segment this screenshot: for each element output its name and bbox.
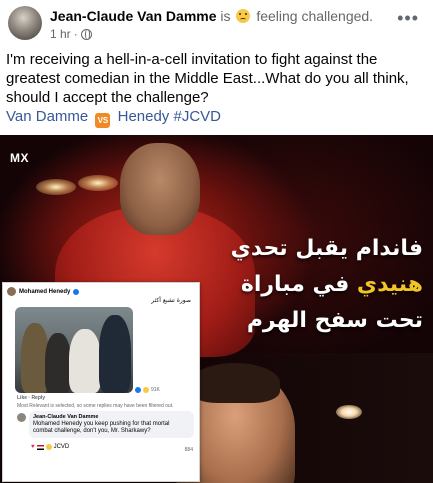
post-text: I'm receiving a hell-in-a-cell invitatio… xyxy=(6,51,409,106)
inset-author: Mohamed Henedy xyxy=(19,288,71,295)
wrestler-head xyxy=(120,143,200,235)
reply-text: Mohamed Henedy you keep pushing for that… xyxy=(33,421,170,434)
inset-avatar xyxy=(7,287,16,296)
inset-person xyxy=(99,315,131,393)
ceiling-lamp xyxy=(336,405,362,419)
spotlight xyxy=(78,175,118,191)
reply-bubble: Jean-Claude Van Damme Mohamed Henedy you… xyxy=(29,411,194,438)
headline-line-2: هنيدي في مباراة xyxy=(193,267,423,303)
post-image[interactable]: MX فاندام يقبل تحدي هنيدي في مباراة تحت … xyxy=(0,135,433,483)
author-name[interactable]: Jean-Claude Van Damme xyxy=(50,8,217,24)
inset-filter-note: Most Relevant is selected, so some repli… xyxy=(17,403,174,409)
post-tags: Van Damme VS Henedy #JCVD xyxy=(6,107,221,128)
like-reaction-icon xyxy=(135,387,141,393)
vs-icon: VS xyxy=(95,113,111,128)
headline-highlight: هنيدي xyxy=(356,272,423,297)
headline-line-1: فاندام يقبل تحدي xyxy=(230,236,423,261)
reply-emojis: ♥ JCVD xyxy=(31,444,69,450)
author-avatar[interactable] xyxy=(8,6,42,40)
haha-reaction-icon xyxy=(143,387,149,393)
arabic-headline: فاندام يقبل تحدي هنيدي في مباراة تحت سفح… xyxy=(193,231,423,339)
inset-caption: صورة تشبع أكثر xyxy=(151,297,191,304)
globe-icon xyxy=(80,28,92,40)
feeling-emoji-icon xyxy=(236,9,251,23)
post-header: Jean-Claude Van Damme is feeling challen… xyxy=(8,6,425,42)
author-line: Jean-Claude Van Damme is feeling challen… xyxy=(50,8,425,25)
post-meta: 1 hr · xyxy=(50,27,425,41)
verified-icon xyxy=(73,288,80,295)
smile-icon xyxy=(45,444,52,450)
more-options-button[interactable]: ••• xyxy=(397,8,419,29)
headline-line-3: تحت سفح الهرم xyxy=(246,308,423,333)
post-time[interactable]: 1 hr xyxy=(50,27,71,41)
inset-header: Mohamed Henedy xyxy=(7,287,80,296)
reply-author: Jean-Claude Van Damme xyxy=(33,414,99,420)
time-separator: · xyxy=(73,27,78,41)
is-text: is xyxy=(220,8,231,24)
spotlight xyxy=(36,179,76,195)
inset-actions: Like · Reply xyxy=(17,395,46,401)
inset-person xyxy=(69,329,101,393)
inset-reactions: 91K xyxy=(135,387,160,393)
inset-person xyxy=(45,333,71,393)
fighter-hair xyxy=(190,363,280,403)
post-header-text: Jean-Claude Van Damme is feeling challen… xyxy=(50,8,425,41)
egypt-flag-icon xyxy=(36,444,44,450)
inset-reaction-count: 91K xyxy=(151,387,160,393)
tag-van-damme[interactable]: Van Damme xyxy=(6,108,88,125)
reply-tag: JCVD xyxy=(53,444,70,450)
headline-line-2-rest: في مباراة xyxy=(240,272,350,297)
heart-icon: ♥ xyxy=(31,444,35,450)
inset-screenshot: Mohamed Henedy صورة تشبع أكثر 91K Like ·… xyxy=(2,282,200,482)
tag-henedy[interactable]: Henedy #JCVD xyxy=(118,108,221,125)
reply-avatar xyxy=(17,413,26,422)
reply-reaction-count: 884 xyxy=(184,447,193,453)
channel-logo: MX xyxy=(10,151,29,165)
feeling-text: feeling challenged. xyxy=(256,8,374,24)
inset-photo xyxy=(15,307,133,393)
